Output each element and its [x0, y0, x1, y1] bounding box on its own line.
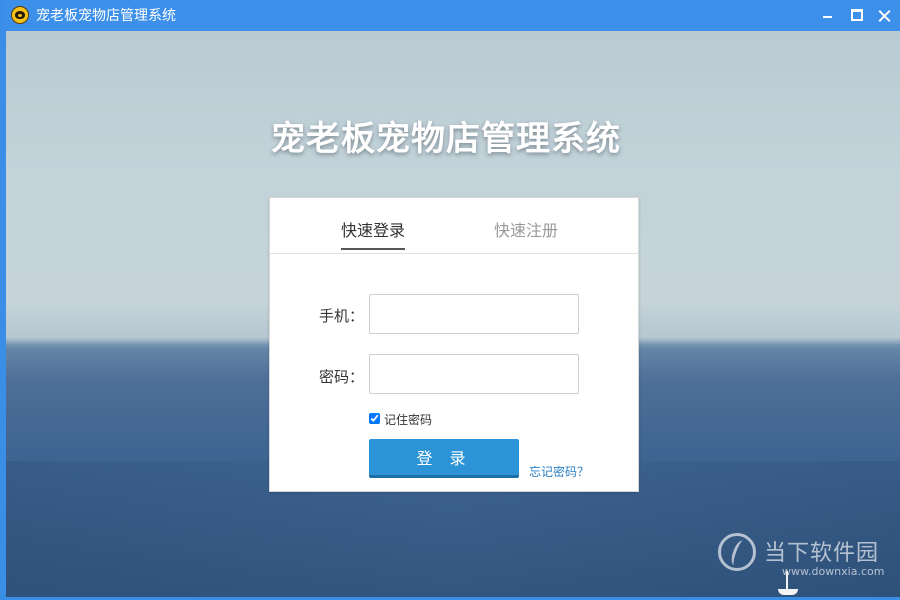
- window-title: 宠老板宠物店管理系统: [36, 8, 176, 24]
- app-window: 宠老板宠物店管理系统 宠老板宠物店管理系统 快速登录 快速注册 手机： 密码： …: [0, 0, 900, 600]
- login-tabs: 快速登录 快速注册: [270, 198, 638, 254]
- forgot-password-link[interactable]: 忘记密码？: [529, 463, 589, 480]
- password-input[interactable]: [369, 354, 579, 394]
- watermark: 当下软件园 www.downxia.com: [718, 531, 893, 589]
- title-bar[interactable]: 宠老板宠物店管理系统: [3, 0, 900, 31]
- watermark-name: 当下软件园: [764, 541, 880, 566]
- minimize-button[interactable]: [813, 0, 843, 31]
- pet-dog-icon: [11, 6, 29, 24]
- boat-icon: [776, 571, 798, 597]
- maximize-button[interactable]: [841, 0, 871, 31]
- tab-quick-login[interactable]: 快速登录: [341, 220, 406, 250]
- downxia-logo-icon: [718, 533, 756, 571]
- login-panel: 快速登录 快速注册 手机： 密码： 记住密码 登 录 忘记密码？: [269, 197, 639, 492]
- login-button[interactable]: 登 录: [369, 439, 519, 478]
- phone-input[interactable]: [369, 294, 579, 334]
- boat-hull: [778, 589, 798, 595]
- password-label: 密码：: [319, 368, 365, 386]
- remember-password-label: 记住密码: [384, 413, 433, 427]
- background-sea-scene: 宠老板宠物店管理系统 快速登录 快速注册 手机： 密码： 记住密码 登 录 忘记…: [6, 31, 900, 597]
- phone-label: 手机：: [319, 307, 365, 325]
- boat-mast: [786, 571, 788, 591]
- page-title: 宠老板宠物店管理系统: [271, 119, 621, 159]
- tab-quick-register[interactable]: 快速注册: [494, 220, 558, 242]
- remember-password-checkbox[interactable]: [369, 413, 380, 424]
- close-button[interactable]: [869, 0, 899, 31]
